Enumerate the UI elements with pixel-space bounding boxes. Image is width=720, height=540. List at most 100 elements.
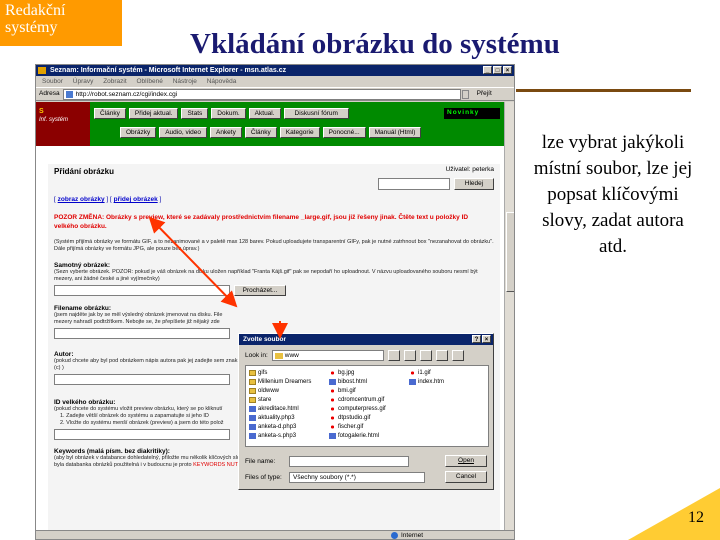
file-input[interactable] (54, 285, 230, 296)
look-in-label: Look in: (245, 352, 268, 359)
document-icon (409, 378, 416, 385)
minimize-icon[interactable]: _ (483, 66, 492, 74)
nav-manual[interactable]: Manuál (Html) (368, 127, 422, 138)
nav-ankety[interactable]: Ankety (209, 127, 242, 138)
folder-icon (249, 369, 256, 376)
details-view-icon[interactable] (451, 350, 464, 361)
file-item[interactable]: aktuality.php3 (249, 413, 325, 422)
file-list: gifs Millenium Dreamers oldwww stare akredit… (245, 365, 489, 447)
dialog-close-icon[interactable]: × (482, 335, 491, 343)
menu-bar: Soubor Úpravy Zobrazit Oblíbené Nástroje… (36, 76, 514, 87)
file-item-name: anketa-s.php3 (258, 432, 297, 439)
menu-help[interactable]: Nápověda (207, 78, 237, 85)
menu-tools[interactable]: Nástroje (173, 78, 197, 85)
go-button[interactable]: Přejít (477, 88, 492, 100)
file-item[interactable]: i1.gif (409, 368, 485, 377)
nav-clanky-2[interactable]: Články (244, 127, 277, 138)
file-item[interactable]: fischer.gif (329, 422, 405, 431)
intro-note: (Systém přijímá obrázky ve formátu GIF, … (54, 239, 494, 252)
file-item-name: bg.jpg (338, 369, 355, 376)
file-item[interactable]: index.htm (409, 377, 485, 386)
file-item[interactable]: gifs (249, 368, 325, 377)
file-item-name: dtpstudio.gif (338, 414, 371, 421)
file-item[interactable]: computerpress.gif (329, 404, 405, 413)
menu-file[interactable]: Soubor (42, 78, 63, 85)
nav-clanky[interactable]: Články (94, 108, 126, 119)
show-images-link[interactable]: zobraz obrázky (58, 196, 105, 203)
id-input[interactable] (54, 429, 230, 440)
file-item[interactable]: oldwww (249, 386, 325, 395)
logo-line1: Redakční (5, 2, 66, 19)
slide-logo: Redakční systémy (0, 0, 122, 46)
file-label: Samotný obrázek: (54, 262, 110, 269)
address-label: Adresa (39, 90, 60, 97)
file-item[interactable]: dtpstudio.gif (329, 413, 405, 422)
file-type-row: Files of type: Všechny soubory (*.*) (245, 472, 425, 483)
breadcrumb: [ zobraz obrázky ] [ přidej obrázek ] (54, 196, 162, 203)
open-button[interactable]: Open (445, 455, 487, 467)
close-icon[interactable]: × (503, 66, 512, 74)
author-input[interactable] (54, 374, 230, 385)
nav-forum[interactable]: Diskusní fórum (283, 108, 349, 119)
file-item[interactable]: fotogalerie.html (329, 431, 405, 440)
document-icon (249, 432, 256, 439)
help-icon[interactable]: ? (472, 335, 481, 343)
ie-icon (38, 67, 46, 74)
nav-row-2: Obrázky Audio, video Ankety Články Kateg… (120, 127, 504, 138)
page-number: 12 (688, 509, 704, 526)
dialog-title: Zvolte soubor (243, 336, 286, 343)
image-file-icon (329, 423, 336, 430)
file-type-select[interactable]: Všechny soubory (*.*) (289, 472, 425, 483)
up-folder-icon[interactable] (387, 350, 400, 361)
desktop-icon[interactable] (403, 350, 416, 361)
look-in-select[interactable]: www (271, 350, 384, 361)
browser-titlebar: Seznam: Informační systém - Microsoft In… (36, 65, 514, 76)
nav-obrazky[interactable]: Obrázky (120, 127, 157, 138)
file-item[interactable]: bg.jpg (329, 368, 405, 377)
nav-audio-video[interactable]: Audio, video (159, 127, 207, 138)
nav-dokum[interactable]: Dokum. (211, 108, 246, 119)
file-item-name: fischer.gif (338, 423, 364, 430)
file-item[interactable]: bmi.gif (329, 386, 405, 395)
file-name-input[interactable] (289, 456, 409, 467)
site-logo[interactable]: S Inf. systém (36, 102, 90, 146)
new-folder-icon[interactable] (419, 350, 432, 361)
nav-pridej-aktual[interactable]: Přidej aktual. (128, 108, 179, 119)
file-item-name: stare (258, 396, 272, 403)
nav-kategorie[interactable]: Kategorie (279, 127, 320, 138)
file-item-name: Millenium Dreamers (258, 378, 312, 385)
image-file-icon (329, 387, 336, 394)
menu-favorites[interactable]: Oblíbené (136, 78, 162, 85)
browse-button[interactable]: Procházet... (234, 285, 286, 296)
nav-aktual[interactable]: Aktual. (248, 108, 281, 119)
corner-decoration (628, 488, 720, 540)
file-item[interactable]: akreditace.html (249, 404, 325, 413)
scroll-thumb[interactable] (506, 212, 514, 292)
file-item[interactable]: anketa-s.php3 (249, 431, 325, 440)
file-item[interactable]: cdromcentrum.gif (329, 395, 405, 404)
filename-label: Filename obrázku: (54, 305, 112, 312)
search-button[interactable]: Hledej (454, 178, 494, 190)
file-item[interactable]: stare (249, 395, 325, 404)
file-item[interactable]: anketa-d.php3 (249, 422, 325, 431)
nav-ponocne[interactable]: Ponocné... (322, 127, 366, 138)
vertical-scrollbar[interactable] (504, 102, 514, 530)
filename-input[interactable] (54, 328, 230, 339)
nav-stats[interactable]: Stats (181, 108, 209, 119)
user-label: Uživatel: peterka (445, 166, 494, 173)
search-input[interactable] (378, 178, 450, 190)
menu-edit[interactable]: Úpravy (73, 78, 94, 85)
address-input[interactable]: http://robot.seznam.cz/cgi/index.cgi (62, 88, 461, 100)
file-item[interactable]: bibost.html (329, 377, 405, 386)
cancel-button[interactable]: Cancel (445, 471, 487, 483)
dialog-titlebar: Zvolte soubor ? × (239, 334, 493, 345)
maximize-icon[interactable]: □ (493, 66, 502, 74)
menu-view[interactable]: Zobrazit (103, 78, 126, 85)
add-image-link[interactable]: přidej obrázek (114, 196, 158, 203)
document-icon (329, 378, 336, 385)
file-item[interactable]: Millenium Dreamers (249, 377, 325, 386)
list-view-icon[interactable] (435, 350, 448, 361)
news-select[interactable]: Novinky (444, 108, 500, 119)
folder-icon (249, 387, 256, 394)
chevron-down-icon[interactable] (461, 89, 469, 99)
